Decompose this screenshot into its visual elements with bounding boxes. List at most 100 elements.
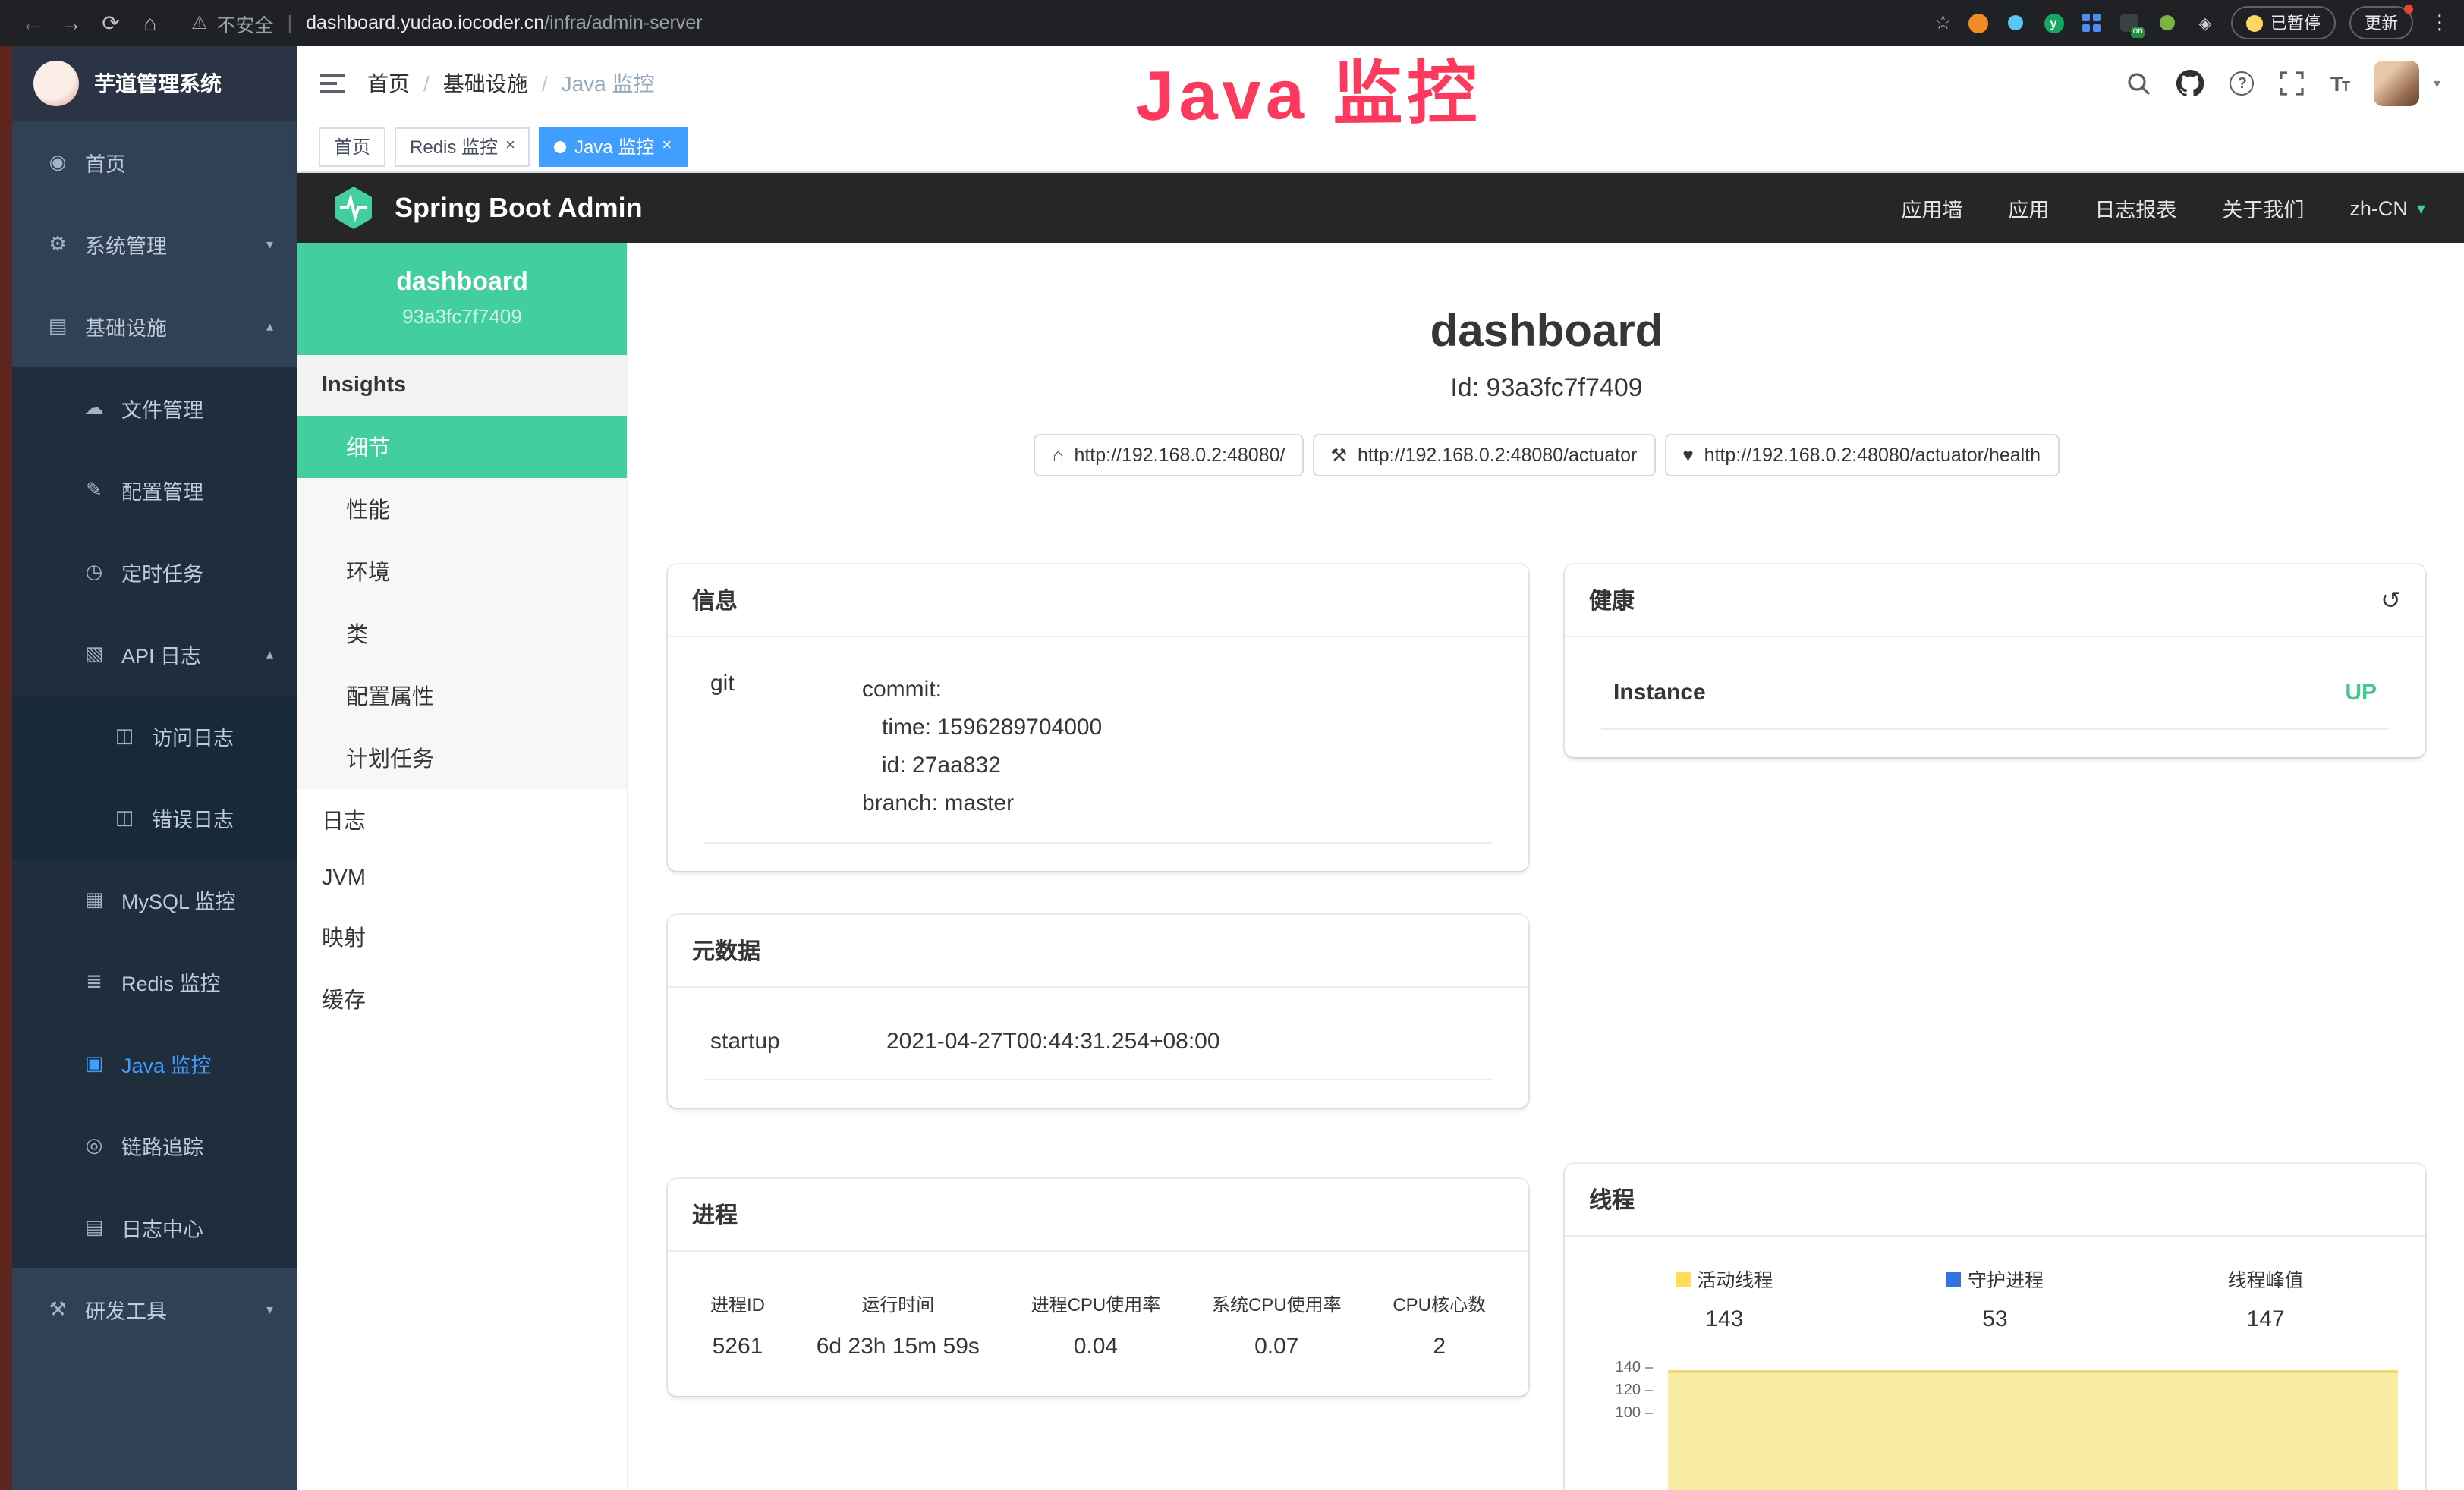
- instance-nav-caches[interactable]: 缓存: [297, 968, 627, 1030]
- paused-badge[interactable]: 已暂停: [2231, 6, 2336, 39]
- instance-nav-logs[interactable]: 日志: [297, 789, 627, 851]
- window-edge-strip: [0, 46, 12, 1490]
- health-instance-row[interactable]: Instance UP: [1601, 652, 2389, 730]
- sidebar-item-scheduled-jobs[interactable]: ◷ 定时任务: [12, 531, 297, 613]
- sidebar-item-label: 基础设施: [85, 311, 167, 341]
- extension-icon-grid[interactable]: [2079, 11, 2104, 35]
- sba-nav-journal[interactable]: 日志报表: [2094, 193, 2176, 223]
- instance-nav-config-props[interactable]: 配置属性: [297, 665, 627, 727]
- sidebar-item-config-management[interactable]: ✎ 配置管理: [12, 449, 297, 531]
- insights-group-label: Insights: [297, 355, 627, 416]
- sidebar-item-label: Redis 监控: [121, 967, 221, 997]
- sidebar-item-home[interactable]: ◉ 首页: [12, 121, 297, 203]
- sba-brand[interactable]: Spring Boot Admin: [331, 185, 643, 231]
- extension-icon-green-y[interactable]: y: [2041, 11, 2066, 35]
- breadcrumb-infrastructure[interactable]: 基础设施: [443, 68, 528, 99]
- tab-redis-monitor[interactable]: Redis 监控 ×: [395, 127, 530, 166]
- sidebar-item-api-logs[interactable]: ▧ API 日志 ▴: [12, 613, 297, 695]
- update-button[interactable]: 更新: [2349, 6, 2413, 39]
- sba-logo-icon: [331, 185, 376, 231]
- sidebar-item-file-management[interactable]: ☁ 文件管理: [12, 367, 297, 449]
- search-icon[interactable]: [2127, 71, 2151, 96]
- tab-home[interactable]: 首页: [319, 127, 385, 166]
- back-icon[interactable]: ←: [15, 11, 49, 35]
- sidebar-item-redis-monitor[interactable]: ≣ Redis 监控: [12, 941, 297, 1023]
- avatar-caret-icon[interactable]: ▾: [2434, 75, 2440, 92]
- sidebar-item-java-monitor[interactable]: ▣ Java 监控: [12, 1023, 297, 1105]
- paused-label: 已暂停: [2270, 11, 2321, 35]
- bookmark-star-icon[interactable]: ☆: [1934, 11, 1952, 35]
- help-icon[interactable]: ?: [2230, 71, 2255, 96]
- metadata-key: startup: [710, 1029, 886, 1055]
- breadcrumb-home[interactable]: 首页: [367, 68, 410, 99]
- forward-icon[interactable]: →: [55, 11, 88, 35]
- history-icon[interactable]: ↺: [2381, 585, 2401, 615]
- sidebar-item-label: MySQL 监控: [121, 885, 236, 915]
- sidebar-item-access-logs[interactable]: ◫ 访问日志: [12, 695, 297, 777]
- close-icon[interactable]: ×: [505, 138, 515, 155]
- security-chip[interactable]: ⚠ 不安全: [191, 8, 274, 37]
- link-label: http://192.168.0.2:48080/actuator: [1358, 445, 1637, 466]
- fullscreen-icon[interactable]: [2280, 71, 2305, 96]
- actuator-url-link[interactable]: ⚒ http://192.168.0.2:48080/actuator: [1312, 434, 1655, 476]
- sidebar-item-dev-tools[interactable]: ⚒ 研发工具 ▾: [12, 1268, 297, 1350]
- instance-nav-mappings[interactable]: 映射: [297, 906, 627, 968]
- health-url-link[interactable]: ♥ http://192.168.0.2:48080/actuator/heal…: [1664, 434, 2059, 476]
- instance-nav-scheduled-tasks[interactable]: 计划任务: [297, 727, 627, 789]
- stat-cpu-cores: CPU核心数 2: [1392, 1291, 1486, 1360]
- error-log-icon: ◫: [112, 806, 137, 830]
- sidebar-item-system[interactable]: ⚙ 系统管理 ▾: [12, 203, 297, 285]
- sidebar-item-mysql-monitor[interactable]: ▦ MySQL 监控: [12, 859, 297, 941]
- address-bar[interactable]: dashboard.yudao.iocoder.cn/infra/admin-s…: [306, 12, 703, 33]
- log-center-icon: ▤: [82, 1215, 106, 1240]
- clock-icon: ◷: [82, 560, 106, 584]
- blue-legend-icon: [1946, 1271, 1962, 1286]
- sidebar-item-label: 文件管理: [121, 393, 203, 423]
- warning-icon: ⚠: [191, 12, 208, 33]
- sba-nav-applications[interactable]: 应用: [2008, 193, 2049, 223]
- extension-icon-blue-drop[interactable]: [2003, 11, 2028, 35]
- close-icon[interactable]: ×: [662, 138, 672, 155]
- breadcrumb: 首页 / 基础设施 / Java 监控: [367, 68, 655, 99]
- page-subtitle: Id: 93a3fc7f7409: [668, 373, 2425, 404]
- chrome-menu-icon[interactable]: ⋮: [2430, 11, 2450, 35]
- metadata-card-title: 元数据: [668, 915, 1528, 988]
- tools-icon: ⚒: [46, 1297, 70, 1322]
- wrench-icon: ⚒: [1330, 445, 1347, 466]
- instance-nav-classes[interactable]: 类: [297, 602, 627, 665]
- extension-icon-leaf[interactable]: [2155, 11, 2179, 35]
- info-card-title: 信息: [668, 564, 1528, 637]
- instance-nav-metrics[interactable]: 性能: [297, 478, 627, 540]
- sidebar-item-log-center[interactable]: ▤ 日志中心: [12, 1187, 297, 1268]
- dashboard-icon: ◉: [46, 150, 70, 174]
- user-avatar[interactable]: [2374, 61, 2420, 106]
- sba-nav-about[interactable]: 关于我们: [2222, 193, 2304, 223]
- hamburger-icon[interactable]: [297, 74, 367, 93]
- tab-label: 首页: [334, 134, 370, 159]
- github-icon[interactable]: [2177, 70, 2204, 97]
- sidebar-item-error-logs[interactable]: ◫ 错误日志: [12, 777, 297, 859]
- url-separator: |: [288, 12, 293, 33]
- instance-links: ⌂ http://192.168.0.2:48080/ ⚒ http://192…: [668, 434, 2425, 476]
- instance-nav-environment[interactable]: 环境: [297, 540, 627, 602]
- service-url-link[interactable]: ⌂ http://192.168.0.2:48080/: [1034, 434, 1304, 476]
- instance-nav-jvm[interactable]: JVM: [297, 851, 627, 906]
- info-key: git: [710, 671, 862, 822]
- sba-nav-wallboard[interactable]: 应用墙: [1901, 193, 1962, 223]
- extension-icon-on-badge[interactable]: on: [2117, 11, 2141, 35]
- extension-icon-orange[interactable]: [1965, 11, 1990, 35]
- text-size-icon[interactable]: TT: [2330, 71, 2349, 96]
- url-host: dashboard.yudao.iocoder.cn: [306, 12, 544, 33]
- health-card-title: 健康 ↺: [1565, 564, 2425, 637]
- paused-emoji-icon: [2246, 14, 2263, 31]
- sidebar-item-infrastructure[interactable]: ▤ 基础设施 ▴: [12, 285, 297, 367]
- locale-selector[interactable]: zh-CN ▾: [2349, 196, 2425, 219]
- sidebar-item-label: 访问日志: [152, 721, 234, 751]
- sidebar-item-tracing[interactable]: ◎ 链路追踪: [12, 1105, 297, 1187]
- instance-nav-details[interactable]: 细节: [297, 416, 627, 478]
- home-icon[interactable]: ⌂: [134, 11, 167, 35]
- extension-icon-gem[interactable]: ◈: [2193, 11, 2217, 35]
- tab-java-monitor[interactable]: Java 监控 ×: [540, 127, 687, 166]
- legend-live-threads: 活动线程 143: [1589, 1264, 1860, 1332]
- reload-icon[interactable]: ⟳: [94, 10, 127, 36]
